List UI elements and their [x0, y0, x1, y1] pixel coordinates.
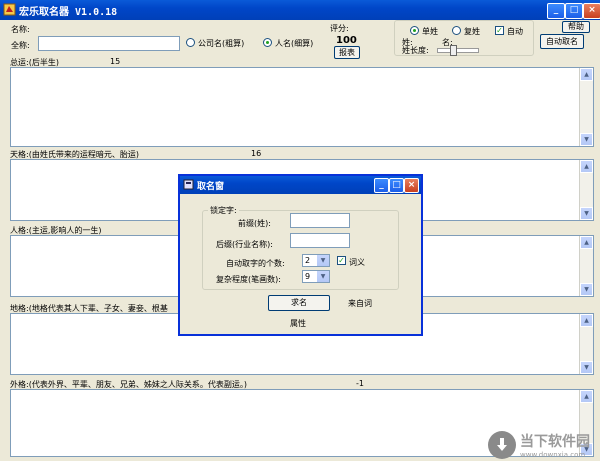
count-select[interactable]: 2 ▼ [302, 254, 330, 267]
close-button[interactable]: × [583, 3, 600, 19]
scroll-down-icon[interactable]: ▼ [580, 207, 593, 220]
suffix-input[interactable] [290, 233, 350, 248]
scrollbar[interactable]: ▲ ▼ [579, 68, 593, 146]
section-value-heaven: 16 [251, 149, 262, 158]
surname-length-label: 姓长度: [402, 46, 429, 55]
scroll-up-icon[interactable]: ▲ [580, 68, 593, 81]
scroll-up-icon[interactable]: ▲ [580, 160, 593, 173]
minimize-button[interactable]: _ [547, 3, 565, 19]
fullname-input[interactable] [38, 36, 180, 51]
lock-group-label: 锁定字: [208, 205, 239, 216]
company-radio[interactable] [186, 38, 195, 47]
dialog-title: 取名窗 [197, 182, 225, 192]
scroll-up-icon[interactable]: ▲ [580, 314, 593, 327]
chevron-down-icon[interactable]: ▼ [317, 255, 329, 266]
seek-name-button[interactable]: 求名 [268, 295, 330, 311]
score-value: 100 [336, 35, 357, 46]
auto-checkbox[interactable]: ✓ [495, 26, 504, 35]
suffix-label: 后缀(行业名称): [216, 240, 273, 249]
source-label: 来自词 [348, 299, 372, 308]
watermark-url: www.downxia.com [520, 451, 586, 459]
dialog-icon [183, 179, 194, 190]
app-icon [3, 3, 16, 16]
download-arrow-icon [488, 431, 516, 459]
person-radio[interactable] [263, 38, 272, 47]
score-label: 评分: [330, 24, 349, 33]
scroll-down-icon[interactable]: ▼ [580, 133, 593, 146]
scroll-up-icon[interactable]: ▲ [580, 390, 593, 403]
attribute-label: 属性 [290, 319, 306, 328]
scroll-down-icon[interactable]: ▼ [580, 361, 593, 374]
section-value-outer: -1 [356, 379, 364, 388]
scrollbar[interactable]: ▲ ▼ [579, 314, 593, 374]
dialog-minimize-button[interactable]: _ [374, 178, 389, 193]
dialog-close-button[interactable]: × [404, 178, 419, 193]
ci-checkbox-label: 词义 [349, 258, 365, 267]
name-label: 名称: [11, 25, 30, 34]
scrollbar[interactable]: ▲ ▼ [579, 236, 593, 296]
scroll-down-icon[interactable]: ▼ [580, 283, 593, 296]
single-surname-radio[interactable] [410, 26, 419, 35]
title-bar: 宏乐取名器 V1.0.18 _ □ × [0, 0, 600, 20]
surname-length-slider[interactable] [437, 45, 479, 56]
chevron-down-icon[interactable]: ▼ [317, 271, 329, 282]
single-surname-label: 单姓 [422, 27, 438, 36]
report-button[interactable]: 报表 [334, 46, 360, 59]
complexity-label: 复杂程度(笔画数): [216, 275, 281, 284]
section-textarea-total[interactable]: ▲ ▼ [10, 67, 594, 147]
ci-checkbox[interactable]: ✓ [337, 256, 346, 265]
dialog-maximize-button[interactable]: □ [389, 178, 404, 193]
person-radio-label: 人名(细算) [275, 39, 314, 48]
prefix-label: 前缀(姓): [238, 219, 271, 228]
auto-checkbox-label: 自动 [507, 27, 523, 36]
compound-surname-radio[interactable] [452, 26, 461, 35]
complexity-value: 9 [305, 272, 311, 281]
watermark: 当下软件园 www.downxia.com [488, 431, 590, 459]
fullname-label: 全称: [11, 41, 30, 50]
help-button[interactable]: 帮助 [562, 21, 590, 33]
count-value: 2 [305, 256, 311, 265]
compound-surname-label: 复姓 [464, 27, 480, 36]
dialog-title-bar: 取名窗 _ □ × [180, 176, 421, 194]
scrollbar[interactable]: ▲ ▼ [579, 160, 593, 220]
window-title: 宏乐取名器 V1.0.18 [19, 7, 118, 18]
complexity-select[interactable]: 9 ▼ [302, 270, 330, 283]
count-label: 自动取字的个数: [226, 259, 285, 268]
company-radio-label: 公司名(粗算) [198, 39, 245, 48]
auto-name-button[interactable]: 自动取名 [540, 34, 584, 49]
naming-dialog: 取名窗 _ □ × 锁定字: 前缀(姓): 后缀(行业名称): 自动取字的个数:… [178, 174, 423, 336]
maximize-button[interactable]: □ [565, 3, 583, 19]
slider-thumb[interactable] [450, 45, 457, 56]
scroll-up-icon[interactable]: ▲ [580, 236, 593, 249]
prefix-input[interactable] [290, 213, 350, 228]
watermark-brand: 当下软件园 [520, 434, 590, 450]
section-value-total: 15 [110, 57, 121, 66]
